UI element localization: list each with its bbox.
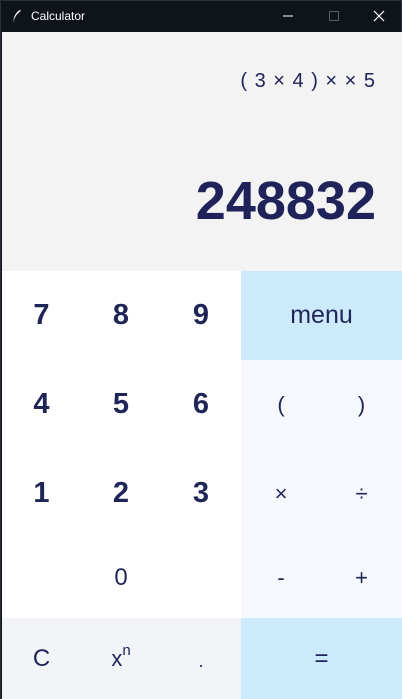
key-7[interactable]: 7 <box>2 271 81 360</box>
maximize-icon <box>329 11 339 21</box>
key-3[interactable]: 3 <box>161 449 241 538</box>
maximize-button[interactable] <box>311 1 357 31</box>
feather-icon <box>12 10 21 23</box>
key-2[interactable]: 2 <box>81 449 161 538</box>
menu-button[interactable]: menu <box>241 271 402 360</box>
decimal-button[interactable]: . <box>161 618 241 699</box>
multiply-button[interactable]: × <box>241 449 321 538</box>
power-base-label: x <box>111 645 123 671</box>
close-paren-button[interactable]: ) <box>321 360 402 449</box>
close-icon <box>373 10 385 22</box>
equals-button[interactable]: = <box>241 618 402 699</box>
minus-button[interactable]: - <box>241 538 321 618</box>
window-title: Calculator <box>31 9 86 23</box>
minimize-icon <box>283 15 293 17</box>
key-9[interactable]: 9 <box>161 271 241 360</box>
key-5[interactable]: 5 <box>81 360 161 449</box>
key-4[interactable]: 4 <box>2 360 81 449</box>
calculator-window: Calculator ( 3 × 4 ) × × 5 248832 7 8 9 … <box>0 0 402 699</box>
empty-key-left <box>2 538 81 618</box>
clear-button[interactable]: C <box>2 618 81 699</box>
close-button[interactable] <box>356 1 402 31</box>
key-0[interactable]: 0 <box>81 538 161 618</box>
calculator-display: ( 3 × 4 ) × × 5 248832 <box>2 32 402 271</box>
key-8[interactable]: 8 <box>81 271 161 360</box>
key-6[interactable]: 6 <box>161 360 241 449</box>
open-paren-button[interactable]: ( <box>241 360 321 449</box>
empty-key-right <box>161 538 241 618</box>
divide-button[interactable]: ÷ <box>321 449 402 538</box>
power-button[interactable]: xn <box>81 618 161 699</box>
power-exponent-label: n <box>122 642 131 659</box>
key-1[interactable]: 1 <box>2 449 81 538</box>
title-bar: Calculator <box>1 1 401 31</box>
plus-button[interactable]: + <box>321 538 402 618</box>
result-display: 248832 <box>195 171 376 231</box>
minimize-button[interactable] <box>265 1 311 31</box>
expression-display: ( 3 × 4 ) × × 5 <box>240 70 376 92</box>
